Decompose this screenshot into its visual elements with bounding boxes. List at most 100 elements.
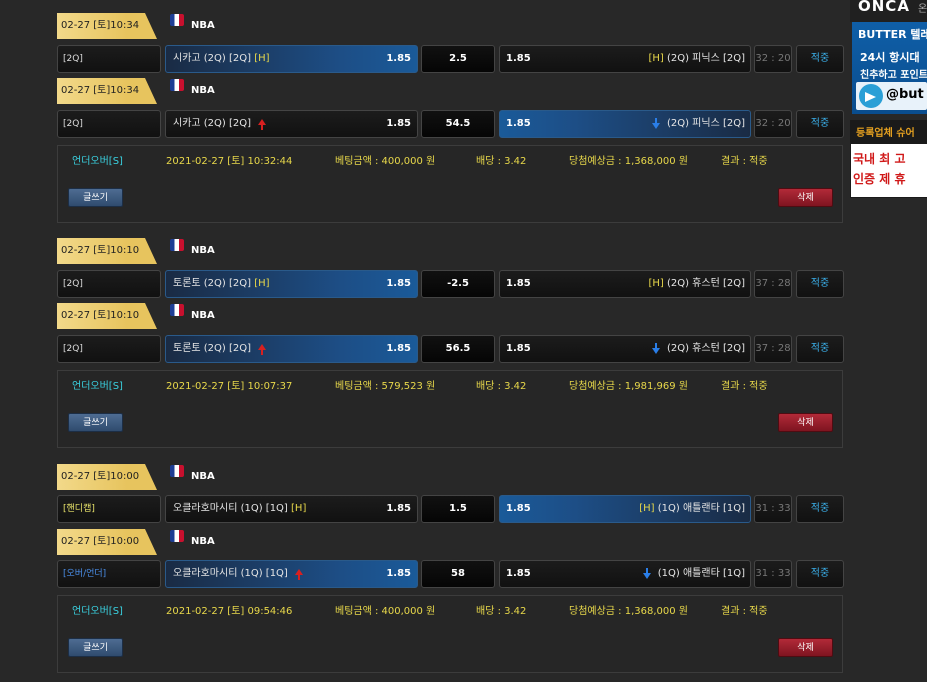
home-odds: 1.85 — [386, 118, 411, 129]
nba-logo-icon — [170, 465, 184, 477]
bet-summary: 언더오버[S] 2021-02-27 [토] 09:54:46 베팅금액 : 4… — [57, 595, 843, 673]
home-team-name: 토론토 (2Q) [2Q] — [173, 278, 252, 289]
away-mark: [H] — [639, 503, 655, 514]
summary-type: 언더오버[S] — [72, 156, 123, 167]
home-team-option[interactable]: 토론토 (2Q) [2Q] [H] 1.85 — [165, 270, 418, 298]
nba-logo-icon — [170, 14, 184, 26]
home-odds: 1.85 — [386, 278, 411, 289]
under-arrow-icon — [651, 118, 660, 129]
write-button[interactable]: 글쓰기 — [68, 638, 123, 657]
match-header: 02-27 [토]10:34 NBA — [57, 78, 817, 104]
result-status: 적중 — [796, 335, 844, 363]
home-team-option[interactable]: 오클라호마시티 (1Q) [1Q] 1.85 — [165, 560, 418, 588]
telegram-icon — [859, 84, 883, 108]
bet-type: [2Q] — [57, 335, 161, 363]
away-team-name: (2Q) 휴스턴 [2Q] — [666, 278, 745, 289]
butter-line1: 24시 항시대 — [860, 51, 920, 64]
away-team-name: (2Q) 휴스턴 [2Q] — [666, 343, 745, 354]
home-team-option[interactable]: 시카고 (2Q) [2Q] 1.85 — [165, 110, 418, 138]
total-value: 56.5 — [421, 335, 495, 363]
summary-expected-win: 당첨예상금 : 1,368,000 원 — [569, 606, 688, 617]
summary-datetime: 2021-02-27 [토] 09:54:46 — [166, 606, 293, 617]
verified-banner[interactable]: 등록업체 슈어 국내 최 고 인증 제 휴 — [850, 120, 927, 198]
away-team-name: (2Q) 피닉스 [2Q] — [666, 53, 745, 64]
away-team-option[interactable]: 1.85 [H] (1Q) 애틀랜타 [1Q] — [499, 495, 751, 523]
handicap-value: 1.5 — [421, 495, 495, 523]
summary-datetime: 2021-02-27 [토] 10:07:37 — [166, 381, 293, 392]
sidebar-ads: ONCA 온 BUTTER 텔레 24시 항시대 친추하고 포인트 @but 등… — [850, 0, 927, 682]
match-date: 02-27 [토]10:34 — [57, 13, 157, 39]
home-team-name: 시카고 (2Q) [2Q] — [173, 53, 252, 64]
match-date: 02-27 [토]10:10 — [57, 238, 157, 264]
home-mark: [H] — [254, 278, 270, 289]
bet-line: [2Q] 시카고 (2Q) [2Q] 1.85 54.5 1.85 (2Q) 피… — [57, 110, 847, 138]
total-value: 58 — [421, 560, 495, 588]
score: 37 : 28 — [754, 270, 792, 298]
match-date: 02-27 [토]10:00 — [57, 464, 157, 490]
result-status: 적중 — [796, 45, 844, 73]
onca-extra: 온 — [918, 4, 927, 15]
match-header: 02-27 [토]10:10 NBA — [57, 303, 817, 329]
away-team-option[interactable]: 1.85 (1Q) 애틀랜타 [1Q] — [499, 560, 751, 588]
away-odds: 1.85 — [506, 343, 531, 354]
result-status: 적중 — [796, 270, 844, 298]
home-odds: 1.85 — [386, 343, 411, 354]
away-odds: 1.85 — [506, 503, 531, 514]
verified-line2: 인증 제 휴 — [853, 172, 906, 186]
over-arrow-icon — [258, 119, 267, 130]
summary-result: 결과 : 적중 — [721, 381, 768, 392]
home-team-option[interactable]: 토론토 (2Q) [2Q] 1.85 — [165, 335, 418, 363]
bet-line: [2Q] 시카고 (2Q) [2Q] [H] 1.85 2.5 1.85 [H]… — [57, 45, 847, 73]
summary-rate: 배당 : 3.42 — [476, 606, 527, 617]
score: 37 : 28 — [754, 335, 792, 363]
butter-line2: 친추하고 포인트 — [860, 70, 927, 81]
bet-type: [핸디캡] — [57, 495, 161, 523]
score: 31 : 33 — [754, 560, 792, 588]
summary-amount: 베팅금액 : 400,000 원 — [335, 606, 436, 617]
write-button[interactable]: 글쓰기 — [68, 413, 123, 432]
league-name: NBA — [191, 310, 215, 321]
verified-box: 국내 최 고 인증 제 휴 — [851, 144, 927, 197]
delete-button[interactable]: 삭제 — [778, 188, 833, 207]
match-header: 02-27 [토]10:00 NBA — [57, 464, 817, 490]
home-team-name: 시카고 (2Q) [2Q] — [173, 118, 252, 129]
away-team-option[interactable]: 1.85 (2Q) 피닉스 [2Q] — [499, 110, 751, 138]
away-team-name: (1Q) 애틀랜타 [1Q] — [657, 503, 745, 514]
away-mark: [H] — [648, 53, 664, 64]
score: 32 : 20 — [754, 110, 792, 138]
summary-rate: 배당 : 3.42 — [476, 156, 527, 167]
under-arrow-icon — [651, 343, 660, 354]
away-team-option[interactable]: 1.85 (2Q) 휴스턴 [2Q] — [499, 335, 751, 363]
delete-button[interactable]: 삭제 — [778, 413, 833, 432]
away-odds: 1.85 — [506, 278, 531, 289]
verified-line1: 국내 최 고 — [853, 152, 906, 166]
butter-banner[interactable]: BUTTER 텔레 24시 항시대 친추하고 포인트 @but — [852, 22, 927, 114]
total-value: 54.5 — [421, 110, 495, 138]
home-team-option[interactable]: 오클라호마시티 (1Q) [1Q] [H] 1.85 — [165, 495, 418, 523]
summary-type: 언더오버[S] — [72, 381, 123, 392]
result-status: 적중 — [796, 110, 844, 138]
under-arrow-icon — [642, 568, 651, 579]
nba-logo-icon — [170, 304, 184, 316]
league-name: NBA — [191, 245, 215, 256]
bet-type: [오버/언더] — [57, 560, 161, 588]
bet-summary: 언더오버[S] 2021-02-27 [토] 10:32:44 베팅금액 : 4… — [57, 145, 843, 223]
match-header: 02-27 [토]10:00 NBA — [57, 529, 817, 555]
bet-line: [2Q] 토론토 (2Q) [2Q] [H] 1.85 -2.5 1.85 [H… — [57, 270, 847, 298]
away-odds: 1.85 — [506, 118, 531, 129]
telegram-handle: @but — [886, 87, 924, 102]
away-team-option[interactable]: 1.85 [H] (2Q) 피닉스 [2Q] — [499, 45, 751, 73]
onca-banner[interactable]: ONCA 온 — [850, 0, 927, 22]
onca-logo: ONCA — [858, 0, 910, 15]
verified-title: 등록업체 슈어 — [856, 128, 915, 139]
league-name: NBA — [191, 471, 215, 482]
handicap-value: 2.5 — [421, 45, 495, 73]
home-team-name: 오클라호마시티 (1Q) [1Q] — [173, 568, 288, 579]
league-name: NBA — [191, 85, 215, 96]
home-team-name: 오클라호마시티 (1Q) [1Q] — [173, 503, 288, 514]
write-button[interactable]: 글쓰기 — [68, 188, 123, 207]
home-team-option[interactable]: 시카고 (2Q) [2Q] [H] 1.85 — [165, 45, 418, 73]
away-team-option[interactable]: 1.85 [H] (2Q) 휴스턴 [2Q] — [499, 270, 751, 298]
delete-button[interactable]: 삭제 — [778, 638, 833, 657]
away-team-name: (2Q) 피닉스 [2Q] — [666, 118, 745, 129]
